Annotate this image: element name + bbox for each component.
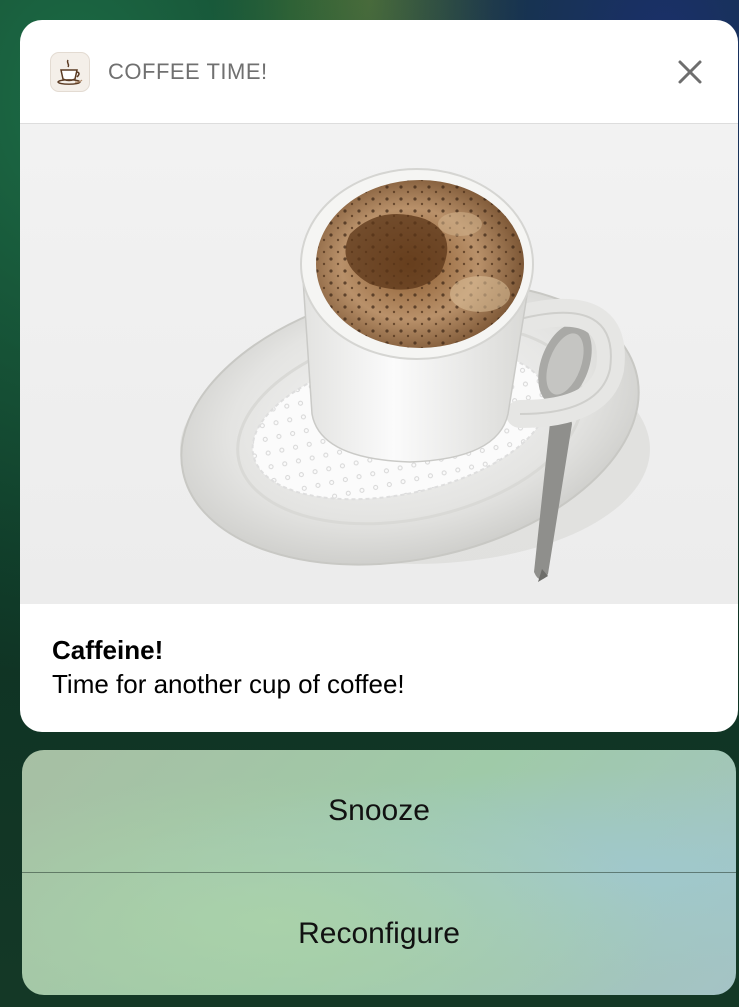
notification-header: COFFEE TIME! — [20, 20, 738, 124]
coffee-cup-photo — [20, 124, 738, 604]
app-name: COFFEE TIME! — [108, 58, 268, 84]
notification-title: Caffeine! — [52, 635, 164, 665]
close-icon[interactable] — [676, 58, 704, 86]
notification-card[interactable]: COFFEE TIME! Caffeine! Time for another … — [20, 20, 738, 732]
snooze-button[interactable]: Snooze — [22, 750, 736, 872]
notification-message: Time for another cup of coffee! — [52, 669, 405, 699]
reconfigure-button[interactable]: Reconfigure — [22, 873, 736, 995]
notification-actions: Snooze Reconfigure — [22, 750, 736, 995]
coffee-cup-icon — [50, 51, 90, 92]
notification-content: Caffeine! Time for another cup of coffee… — [20, 604, 738, 702]
close-button[interactable] — [670, 52, 710, 92]
